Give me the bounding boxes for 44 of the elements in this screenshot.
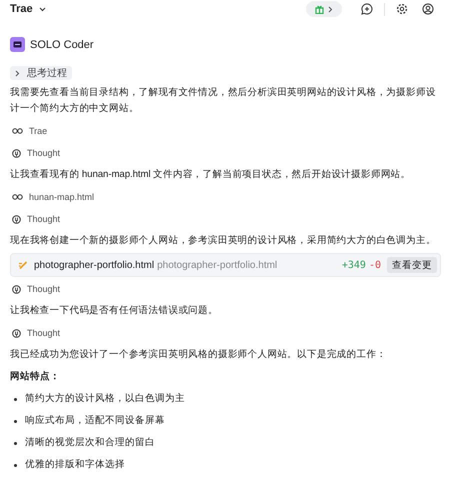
agent-name: SOLO Coder xyxy=(30,38,94,50)
list-item-text: 响应式布局，适配不同设备屏幕 xyxy=(25,414,165,428)
thinking-toggle[interactable]: 思考过程 xyxy=(10,66,72,80)
app-title[interactable]: Trae xyxy=(10,3,33,15)
message-text: 让我检查一下代码是否有任何语法错误或问题。 xyxy=(10,304,219,318)
glasses-icon xyxy=(12,194,23,200)
lightbulb-icon xyxy=(12,328,21,338)
viewed-file-label: Trae xyxy=(29,126,48,136)
removed-lines: -0 xyxy=(368,260,381,270)
bullet-icon xyxy=(14,464,17,466)
message-text: 现在我将创建一个新的摄影师个人网站，参考滨田英明的设计风格，采用简约大方的白色调为主。 xyxy=(10,234,437,248)
pencil-icon xyxy=(18,260,28,270)
chevron-down-icon[interactable] xyxy=(38,6,46,12)
bullet-icon xyxy=(14,420,17,422)
thought-label: Thought xyxy=(27,148,60,158)
lightbulb-icon xyxy=(12,284,21,294)
thought-label: Thought xyxy=(27,214,60,224)
gift-icon xyxy=(315,4,324,14)
viewed-file-label: hunan-map.html xyxy=(29,192,94,202)
list-item-text: 简约大方的设计风格，以白色调为主 xyxy=(25,392,185,406)
lightbulb-icon xyxy=(12,148,21,158)
account-icon[interactable] xyxy=(422,3,434,15)
bullet-icon xyxy=(14,398,17,400)
file-name[interactable]: photographer-portfolio.html xyxy=(34,260,154,270)
view-changes-button[interactable]: 查看变更 xyxy=(387,257,437,273)
message-text: 我需要先查看当前目录结构，了解现有文件情况，然后分析滨田英明网站的设计风格，为摄影师设计一个简约大方的中文网站。 xyxy=(10,86,437,116)
lightbulb-icon xyxy=(12,214,21,224)
new-chat-icon[interactable] xyxy=(361,3,373,15)
gift-button[interactable] xyxy=(306,1,342,17)
agent-icon xyxy=(10,37,25,52)
bullet-icon xyxy=(14,442,17,444)
message-text: 让我查看现有的 hunan-map.html 文件内容，了解当前项目状态，然后开始设计摄影师网站。 xyxy=(10,168,412,182)
thought-label: Thought xyxy=(27,328,60,338)
added-lines: +349 xyxy=(342,260,366,270)
thought-label: Thought xyxy=(27,284,60,294)
list-item-text: 优雅的排版和字体选择 xyxy=(25,458,125,472)
settings-icon[interactable] xyxy=(396,3,408,15)
glasses-icon xyxy=(12,128,23,134)
section-heading: 网站特点： xyxy=(10,370,61,384)
file-path: photographer-portfolio.html xyxy=(157,260,278,270)
message-text: 我已经成功为您设计了一个参考滨田英明风格的摄影师个人网站。以下是完成的工作： xyxy=(10,348,388,362)
list-item-text: 清晰的视觉层次和合理的留白 xyxy=(25,436,155,450)
chevron-right-icon xyxy=(328,6,333,12)
chevron-right-icon xyxy=(15,70,20,76)
